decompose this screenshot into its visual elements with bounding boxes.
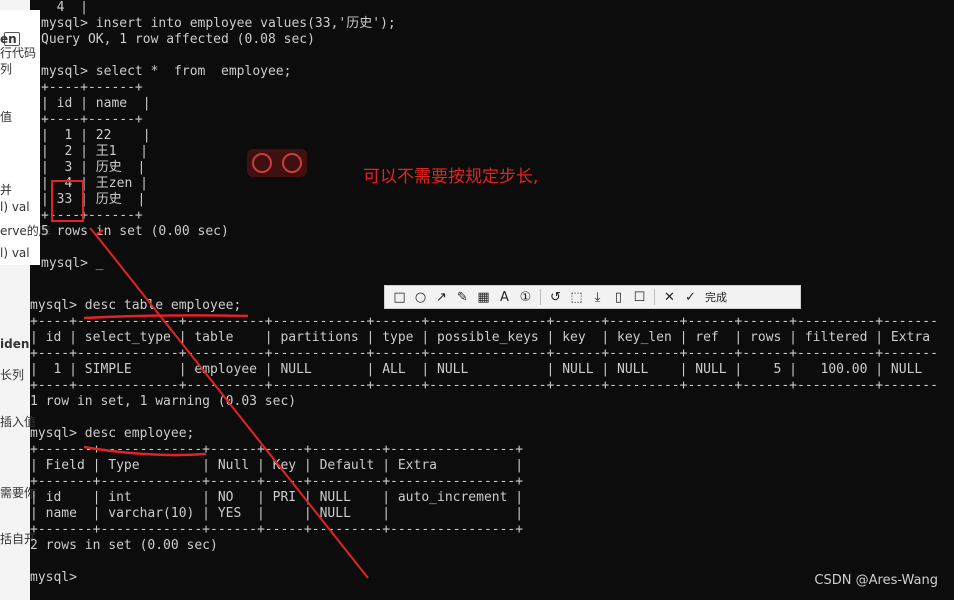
crop-icon[interactable]: ⬚ — [566, 286, 587, 308]
number-tool-icon[interactable]: ① — [515, 286, 536, 308]
toolbar-separator — [654, 289, 655, 305]
annotation-arrow-head — [89, 227, 104, 237]
toolbar-separator — [540, 289, 541, 305]
mosaic-tool-icon[interactable]: ▦ — [473, 286, 494, 308]
done-button[interactable]: 完成 — [701, 286, 731, 308]
arrow-tool-icon[interactable]: ↗ — [431, 286, 452, 308]
screenshot-toolbar: □ ○ ↗ ✎ ▦ A ① ↺ ⬚ ⤓ ▯ ☐ ✕ ✓ 完成 — [384, 285, 801, 309]
bookmark-icon[interactable]: ☐ — [629, 286, 650, 308]
underline-desc-table — [83, 314, 249, 320]
download-icon[interactable]: ⤓ — [587, 286, 608, 308]
underline-desc-employee — [83, 445, 207, 457]
pin-icon[interactable]: ▯ — [608, 286, 629, 308]
close-icon[interactable]: ✕ — [659, 286, 680, 308]
text-tool-icon[interactable]: A — [494, 286, 515, 308]
pen-tool-icon[interactable]: ✎ — [452, 286, 473, 308]
annotation-arrow-line — [95, 234, 369, 579]
circle-tool-icon[interactable]: ○ — [410, 286, 431, 308]
rectangle-tool-icon[interactable]: □ — [389, 286, 410, 308]
confirm-icon[interactable]: ✓ — [680, 286, 701, 308]
undo-icon[interactable]: ↺ — [545, 286, 566, 308]
csdn-watermark: CSDN @Ares-Wang — [814, 573, 938, 588]
